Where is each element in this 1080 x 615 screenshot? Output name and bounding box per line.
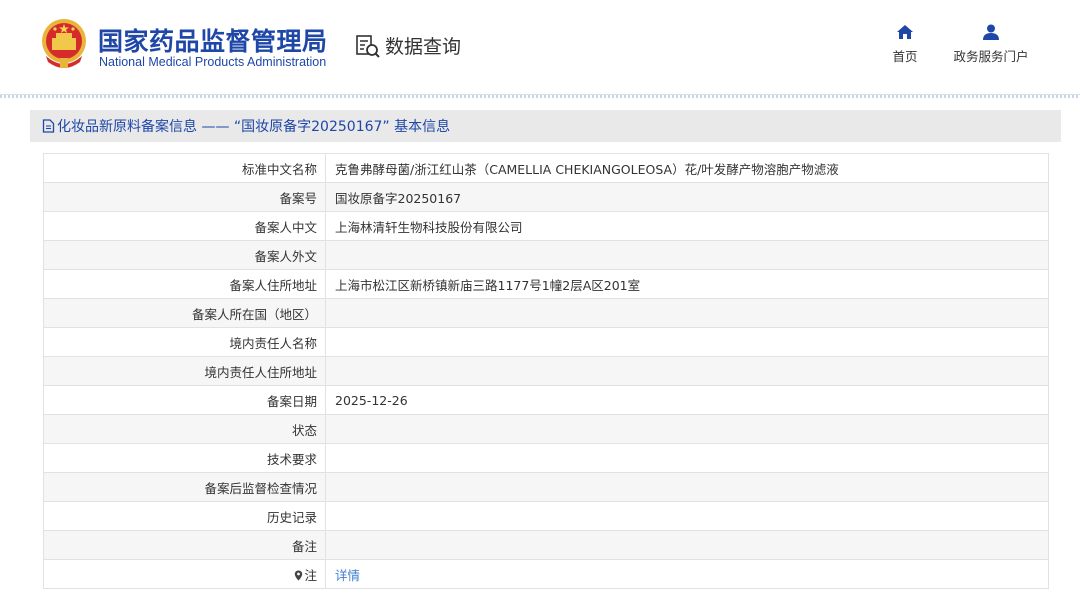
nav-home-label: 首页 (892, 49, 918, 64)
field-label: 备案人外文 (43, 240, 326, 270)
section-title: 数据查询 (385, 36, 462, 58)
table-row: 技术要求 (43, 443, 1049, 473)
pin-icon (295, 570, 303, 580)
field-label: 备案号 (43, 182, 326, 212)
field-value: 克鲁弗酵母菌/浙江红山茶（CAMELLIA CHEKIANGOLEOSA）花/叶… (325, 153, 1049, 183)
field-label: 境内责任人住所地址 (43, 356, 326, 386)
field-value (325, 414, 1049, 444)
data-query-title: 数据查询 (355, 32, 461, 59)
field-value (325, 443, 1049, 473)
record-panel: 化妆品新原料备案信息 —— “国妆原备字20250167” 基本信息 标准中文名… (30, 110, 1061, 605)
note-label: 注 (304, 567, 317, 583)
field-label: 备注 (43, 530, 326, 560)
table-row: 标准中文名称 克鲁弗酵母菌/浙江红山茶（CAMELLIA CHEKIANGOLEO… (43, 153, 1049, 183)
document-search-icon (356, 34, 380, 58)
field-label: 备案人中文 (43, 211, 326, 241)
table-row-note: 注 详情 (43, 559, 1049, 589)
agency-name-en: National Medical Products Administration (99, 55, 327, 69)
details-link[interactable]: 详情 (335, 568, 360, 583)
table-row: 备案日期 2025-12-26 (43, 385, 1049, 415)
field-label: 备案人所在国（地区） (43, 298, 326, 328)
field-value: 2025-12-26 (325, 385, 1049, 415)
field-label: 备案日期 (43, 385, 326, 415)
user-icon (983, 24, 999, 40)
field-value: 国妆原备字20250167 (325, 182, 1049, 212)
field-value (325, 501, 1049, 531)
table-row: 备注 (43, 530, 1049, 560)
field-value (325, 530, 1049, 560)
record-table: 标准中文名称 克鲁弗酵母菌/浙江红山茶（CAMELLIA CHEKIANGOLEO… (43, 153, 1049, 589)
nav-portal-label: 政务服务门户 (953, 49, 1029, 64)
table-row: 状态 (43, 414, 1049, 444)
nav-service-portal[interactable]: 政务服务门户 (950, 24, 1032, 65)
national-emblem-icon (42, 19, 86, 68)
table-row: 备案人中文 上海林清轩生物科技股份有限公司 (43, 211, 1049, 241)
field-label: 备案人住所地址 (43, 269, 326, 299)
field-label: 境内责任人名称 (43, 327, 326, 357)
table-row: 境内责任人名称 (43, 327, 1049, 357)
table-row: 备案人外文 (43, 240, 1049, 270)
field-value (325, 298, 1049, 328)
document-icon (42, 119, 55, 133)
field-label: 备案后监督检查情况 (43, 472, 326, 502)
nav-home[interactable]: 首页 (889, 24, 921, 65)
panel-title: 化妆品新原料备案信息 —— “国妆原备字20250167” 基本信息 (57, 119, 451, 135)
note-label-cell: 注 (43, 559, 326, 589)
site-header: 国家药品监督管理局 National Medical Products Admi… (0, 0, 1080, 95)
header-divider (0, 95, 1080, 98)
table-row: 备案人所在国（地区） (43, 298, 1049, 328)
field-label: 状态 (43, 414, 326, 444)
field-value (325, 356, 1049, 386)
agency-name-cn: 国家药品监督管理局 (98, 27, 328, 56)
field-value (325, 327, 1049, 357)
field-value: 上海林清轩生物科技股份有限公司 (325, 211, 1049, 241)
field-label: 技术要求 (43, 443, 326, 473)
field-value: 上海市松江区新桥镇新庙三路1177号1幢2层A区201室 (325, 269, 1049, 299)
note-value-cell: 详情 (325, 559, 1049, 589)
table-row: 备案人住所地址 上海市松江区新桥镇新庙三路1177号1幢2层A区201室 (43, 269, 1049, 299)
field-label: 标准中文名称 (43, 153, 326, 183)
panel-header: 化妆品新原料备案信息 —— “国妆原备字20250167” 基本信息 (30, 110, 1061, 142)
field-value (325, 472, 1049, 502)
table-row: 备案号 国妆原备字20250167 (43, 182, 1049, 212)
field-label: 历史记录 (43, 501, 326, 531)
home-icon (897, 25, 913, 39)
table-row: 历史记录 (43, 501, 1049, 531)
table-row: 备案后监督检查情况 (43, 472, 1049, 502)
field-value (325, 240, 1049, 270)
table-row: 境内责任人住所地址 (43, 356, 1049, 386)
